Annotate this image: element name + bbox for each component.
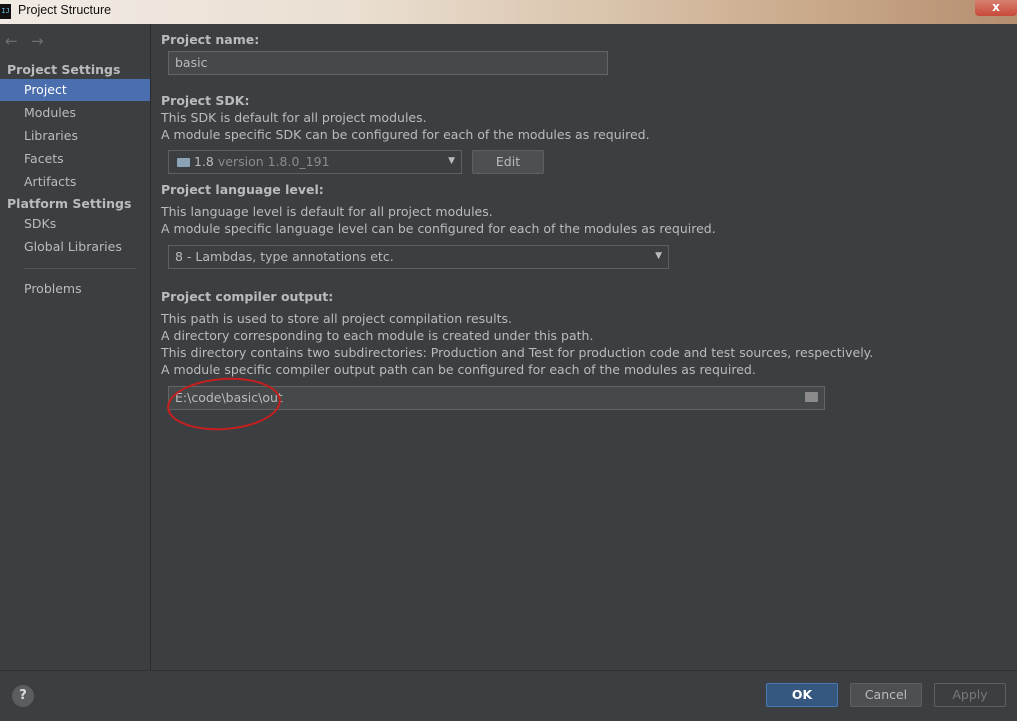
compiler-description-4: A module specific compiler output path c…	[161, 362, 756, 377]
back-arrow-icon[interactable]: ←	[5, 32, 31, 50]
sdk-description-1: This SDK is default for all project modu…	[161, 110, 427, 125]
sidebar: ← → Project Settings Project Modules Libr…	[0, 24, 151, 670]
forward-arrow-icon[interactable]: →	[31, 32, 57, 50]
sdk-version-detail: version 1.8.0_191	[217, 154, 330, 169]
compiler-output-path-input[interactable]: E:\code\basic\out	[168, 386, 825, 410]
project-name-label: Project name:	[161, 32, 260, 47]
language-level-dropdown[interactable]: 8 - Lambdas, type annotations etc. ▼	[168, 245, 669, 269]
language-description-1: This language level is default for all p…	[161, 204, 493, 219]
chevron-down-icon: ▼	[655, 251, 662, 261]
ok-button[interactable]: OK	[766, 683, 838, 707]
compiler-output-path: E:\code\basic\out	[175, 390, 283, 405]
sidebar-item-global-libraries[interactable]: Global Libraries	[0, 236, 150, 258]
browse-folder-icon[interactable]	[805, 392, 818, 402]
window-title: Project Structure	[18, 3, 112, 17]
language-level-value: 8 - Lambdas, type annotations etc.	[175, 249, 394, 264]
compiler-description-2: A directory corresponding to each module…	[161, 328, 594, 343]
chevron-down-icon: ▼	[448, 156, 455, 166]
sidebar-item-sdks[interactable]: SDKs	[0, 213, 150, 235]
close-window-button[interactable]: x	[975, 0, 1017, 16]
sidebar-item-libraries[interactable]: Libraries	[0, 125, 150, 147]
project-sdk-label: Project SDK:	[161, 93, 250, 108]
apply-button[interactable]: Apply	[934, 683, 1006, 707]
dialog-button-bar: ? OK Cancel Apply	[0, 670, 1017, 721]
intellij-app-icon: IJ	[0, 4, 11, 19]
sidebar-item-problems[interactable]: Problems	[0, 278, 150, 300]
language-description-2: A module specific language level can be …	[161, 221, 716, 236]
sdk-dropdown[interactable]: 1.8 version 1.8.0_191 ▼	[168, 150, 462, 174]
sidebar-item-facets[interactable]: Facets	[0, 148, 150, 170]
project-name-input[interactable]: basic	[168, 51, 608, 75]
sdk-description-2: A module specific SDK can be configured …	[161, 127, 650, 142]
compiler-description-1: This path is used to store all project c…	[161, 311, 512, 326]
project-settings-panel: Project name: basic Project SDK: This SD…	[151, 24, 1017, 670]
sdk-version: 1.8	[194, 154, 214, 169]
compiler-output-label: Project compiler output:	[161, 289, 334, 304]
title-bar: IJ Project Structure x	[0, 0, 1017, 24]
sidebar-divider	[24, 268, 136, 269]
sidebar-item-artifacts[interactable]: Artifacts	[0, 171, 150, 193]
help-button[interactable]: ?	[12, 685, 34, 707]
cancel-button[interactable]: Cancel	[850, 683, 922, 707]
language-level-label: Project language level:	[161, 182, 324, 197]
compiler-description-3: This directory contains two subdirectori…	[161, 345, 874, 360]
project-settings-header: Project Settings	[7, 62, 121, 77]
sdk-edit-button[interactable]: Edit	[472, 150, 544, 174]
sidebar-item-modules[interactable]: Modules	[0, 102, 150, 124]
sidebar-item-project[interactable]: Project	[0, 79, 150, 101]
nav-arrows: ← →	[5, 32, 57, 50]
sdk-folder-icon	[177, 158, 190, 167]
platform-settings-header: Platform Settings	[7, 196, 132, 211]
